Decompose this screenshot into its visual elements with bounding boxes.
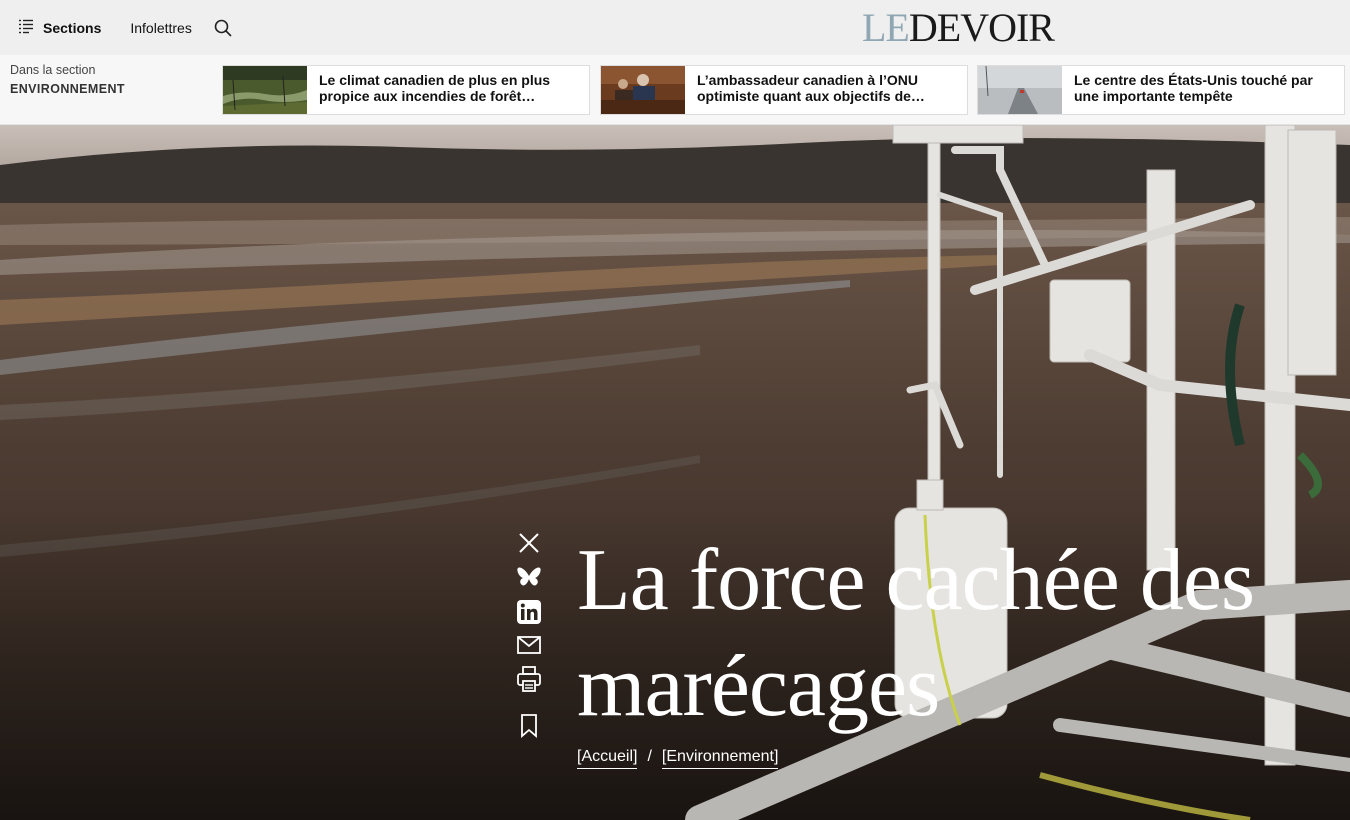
- bookmark-icon: [521, 714, 537, 738]
- share-toolbar: [516, 532, 542, 750]
- linkedin-icon: [517, 600, 541, 624]
- logo-le: LE: [862, 5, 910, 50]
- share-email-button[interactable]: [516, 636, 542, 654]
- breadcrumb-home-link[interactable]: [Accueil]: [577, 748, 638, 769]
- breadcrumb-separator: /: [647, 748, 652, 765]
- related-article-title: Le centre des États-Unis touché par une …: [1074, 72, 1313, 104]
- related-article-card[interactable]: Le climat canadien de plus en plus propi…: [222, 65, 590, 115]
- sections-button[interactable]: Sections: [18, 18, 101, 37]
- share-linkedin-button[interactable]: [516, 600, 542, 624]
- related-article-card[interactable]: Le centre des États-Unis touché par une …: [977, 65, 1345, 115]
- bookmark-button[interactable]: [516, 714, 542, 738]
- related-articles-bar: Dans la section ENVIRONNEMENT Le climat …: [0, 55, 1350, 125]
- related-article-title: Le climat canadien de plus en plus propi…: [319, 72, 551, 104]
- logo-devoir: DEVOIR: [908, 5, 1055, 50]
- section-intro: Dans la section: [10, 63, 96, 77]
- hero-image: La force cachée des marécages [Accueil] …: [0, 125, 1350, 820]
- bluesky-icon: [517, 567, 541, 586]
- share-bluesky-button[interactable]: [516, 566, 542, 588]
- email-icon: [517, 636, 541, 654]
- breadcrumb-section-link[interactable]: [Environnement]: [661, 748, 779, 769]
- site-logo[interactable]: LEDEVOIR: [862, 5, 1055, 50]
- breadcrumb: [Accueil] / [Environnement]: [577, 748, 779, 769]
- sections-label: Sections: [43, 19, 102, 36]
- article-headline: La force cachée des marécages: [577, 532, 1255, 735]
- top-navigation-bar: Sections Infolettres LEDEVOIR: [0, 0, 1350, 55]
- print-button[interactable]: [516, 666, 542, 692]
- newsletters-link[interactable]: Infolettres: [130, 20, 191, 36]
- x-icon: [519, 533, 539, 553]
- search-icon: [214, 19, 232, 37]
- sections-menu-icon: [18, 18, 34, 37]
- share-x-button[interactable]: [516, 532, 542, 554]
- search-button[interactable]: [214, 19, 232, 37]
- article-thumbnail: [978, 66, 1062, 114]
- section-tag: Dans la section ENVIRONNEMENT: [10, 63, 125, 96]
- article-thumbnail: [601, 66, 685, 114]
- related-article-title: L’ambassadeur canadien à l’ONU optimiste…: [697, 72, 925, 104]
- related-article-card[interactable]: L’ambassadeur canadien à l’ONU optimiste…: [600, 65, 968, 115]
- article-thumbnail: [223, 66, 307, 114]
- print-icon: [517, 666, 541, 692]
- section-name[interactable]: ENVIRONNEMENT: [10, 82, 125, 96]
- nav-left: Sections Infolettres: [18, 0, 232, 55]
